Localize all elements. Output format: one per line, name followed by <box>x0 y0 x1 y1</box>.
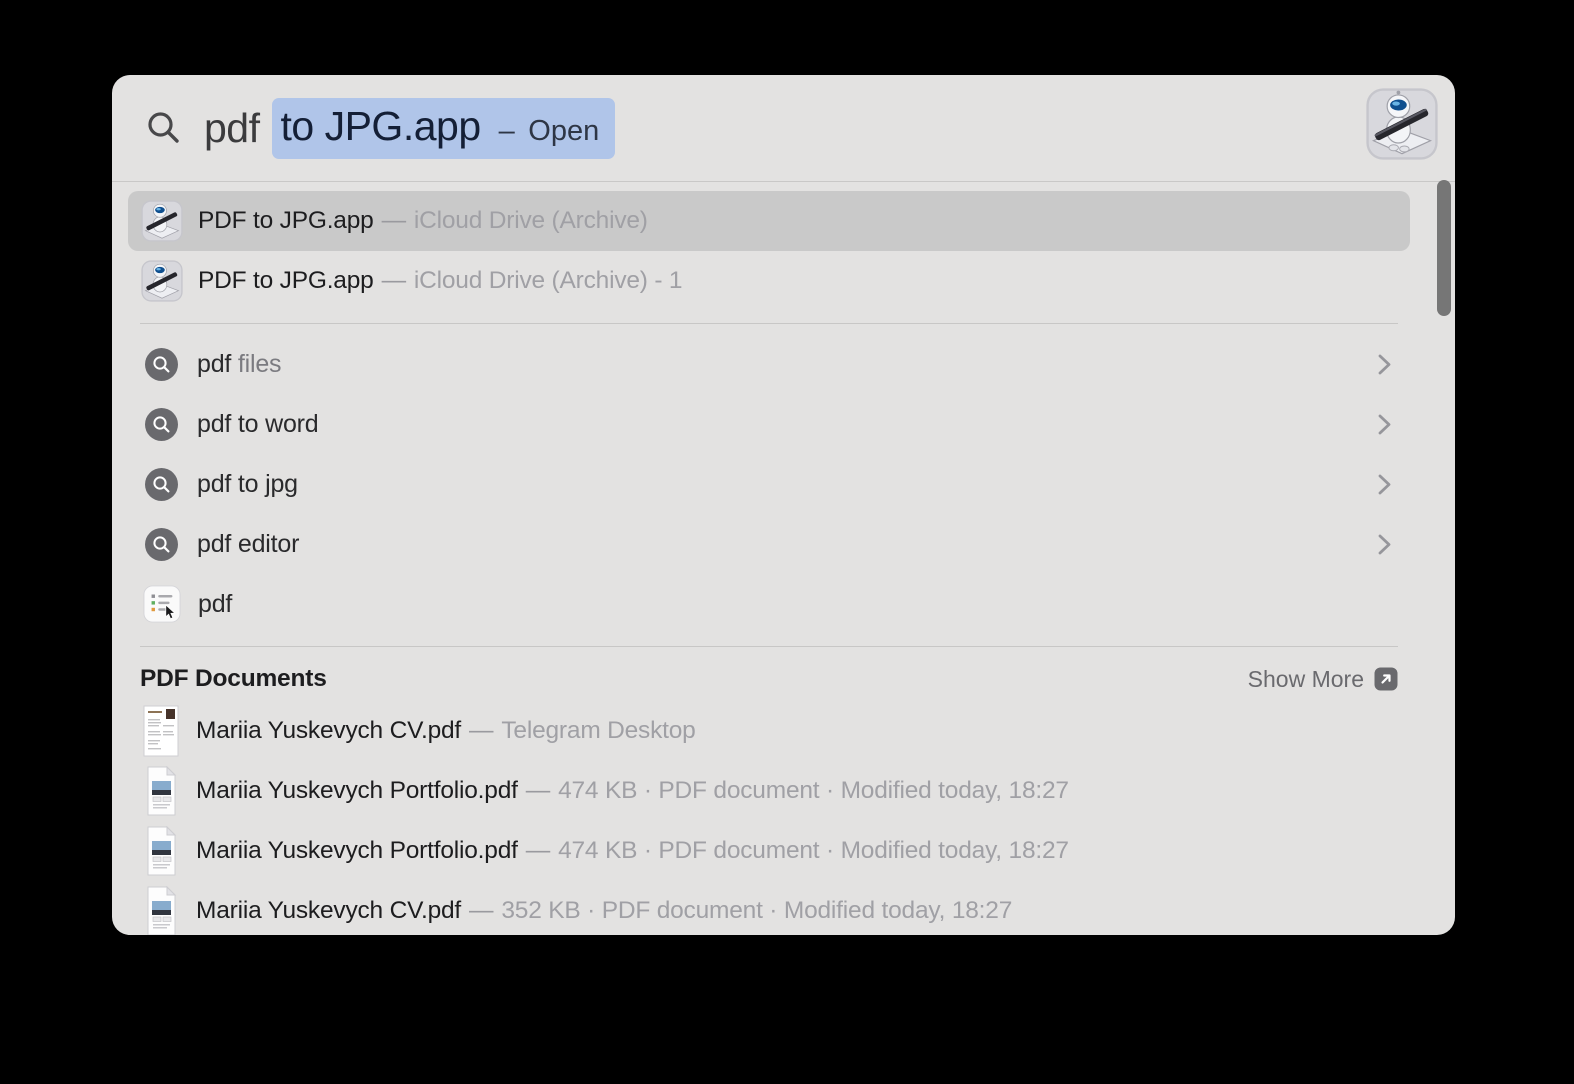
document-name: Mariia Yuskevych CV.pdf <box>196 717 462 744</box>
document-meta: Telegram Desktop <box>501 717 696 744</box>
search-circle-icon <box>145 407 178 441</box>
document-name: Mariia Yuskevych Portfolio.pdf <box>196 837 518 864</box>
show-more-label: Show More <box>1247 665 1364 692</box>
list-cursor-icon <box>143 585 181 623</box>
document-name: Mariia Yuskevych CV.pdf <box>196 897 462 924</box>
recent-search-row-pdf[interactable]: pdf <box>128 574 1410 634</box>
document-row-cv-2[interactable]: Mariia Yuskevych CV.pdf — 352 KB · PDF doc… <box>128 881 1410 935</box>
show-more-button[interactable]: Show More <box>1248 666 1398 693</box>
suggestion-completion: files <box>231 349 282 378</box>
result-row-pdf-to-jpg-1[interactable]: PDF to JPG.app — iCloud Drive (Archive) <box>128 191 1410 251</box>
result-name: PDF to JPG.app <box>198 267 374 294</box>
spotlight-search-bar[interactable]: pdf to JPG.app – Open <box>112 75 1455 182</box>
open-hint-label: Open <box>528 114 600 147</box>
desktop-background: pdf to JPG.app – Open PDF to JPG.app — i… <box>0 0 1574 1084</box>
document-separator: — <box>469 717 494 744</box>
pdf-file-icon <box>140 824 182 878</box>
cv-thumbnail-icon <box>140 704 182 758</box>
suggestion-typed: pdf editor <box>197 529 300 558</box>
suggestion-typed: pdf to word <box>197 409 319 438</box>
result-location: iCloud Drive (Archive) <box>413 207 648 234</box>
section-divider <box>140 646 1398 647</box>
spotlight-panel: pdf to JPG.app – Open PDF to JPG.app — i… <box>112 75 1455 935</box>
section-title: PDF Documents <box>140 665 327 692</box>
suggestion-row-pdf-files[interactable]: pdf files <box>128 334 1410 394</box>
document-meta: 474 KB · PDF document · Modified today, … <box>558 777 1069 804</box>
pdf-file-icon <box>140 764 182 818</box>
section-divider <box>140 323 1398 324</box>
suggestion-typed: pdf to jpg <box>197 469 298 498</box>
search-circle-icon <box>145 467 178 501</box>
search-selected-completion: to JPG.app – Open <box>271 97 616 159</box>
document-separator: — <box>525 837 551 864</box>
automator-app-icon <box>141 260 183 302</box>
pdf-file-icon <box>140 884 182 935</box>
document-separator: — <box>525 777 551 804</box>
hint-dash: – <box>498 114 515 147</box>
pdf-documents-header: PDF Documents Show More <box>128 657 1410 701</box>
scrollbar[interactable] <box>1437 180 1451 316</box>
recent-search-label: pdf <box>198 589 233 618</box>
chevron-right-icon <box>1378 474 1391 494</box>
completion-text: to JPG.app <box>280 102 482 149</box>
suggestion-typed: pdf <box>197 349 232 378</box>
document-separator: — <box>469 897 494 924</box>
search-typed-text: pdf <box>204 104 260 151</box>
document-row-portfolio-1[interactable]: Mariia Yuskevych Portfolio.pdf — 474 KB · … <box>128 761 1410 821</box>
result-row-pdf-to-jpg-2[interactable]: PDF to JPG.app — iCloud Drive (Archive) - … <box>128 251 1410 311</box>
search-circle-icon <box>145 347 178 381</box>
external-arrow-icon <box>1374 667 1398 691</box>
chevron-right-icon <box>1378 414 1391 434</box>
document-row-cv-telegram[interactable]: Mariia Yuskevych CV.pdf — Telegram Desktop <box>128 701 1410 761</box>
result-separator: — <box>381 207 407 234</box>
suggestion-row-pdf-to-word[interactable]: pdf to word <box>128 394 1410 454</box>
suggestion-row-pdf-editor[interactable]: pdf editor <box>128 514 1410 574</box>
search-input[interactable]: pdf to JPG.app – Open <box>204 97 616 159</box>
chevron-right-icon <box>1378 354 1391 374</box>
document-meta: 352 KB · PDF document · Modified today, … <box>501 897 1013 924</box>
result-name: PDF to JPG.app <box>198 207 374 234</box>
suggestion-row-pdf-to-jpg[interactable]: pdf to jpg <box>128 454 1410 514</box>
result-separator: — <box>381 267 407 294</box>
automator-app-icon <box>1366 88 1438 160</box>
chevron-right-icon <box>1378 534 1391 554</box>
search-icon <box>148 112 179 143</box>
results-list: PDF to JPG.app — iCloud Drive (Archive) PD… <box>112 182 1455 935</box>
document-meta: 474 KB · PDF document · Modified today, … <box>558 837 1069 864</box>
result-location: iCloud Drive (Archive) - 1 <box>413 267 683 294</box>
search-circle-icon <box>145 527 178 561</box>
automator-app-icon <box>141 200 183 242</box>
document-row-portfolio-2[interactable]: Mariia Yuskevych Portfolio.pdf — 474 KB · … <box>128 821 1410 881</box>
document-name: Mariia Yuskevych Portfolio.pdf <box>196 777 518 804</box>
